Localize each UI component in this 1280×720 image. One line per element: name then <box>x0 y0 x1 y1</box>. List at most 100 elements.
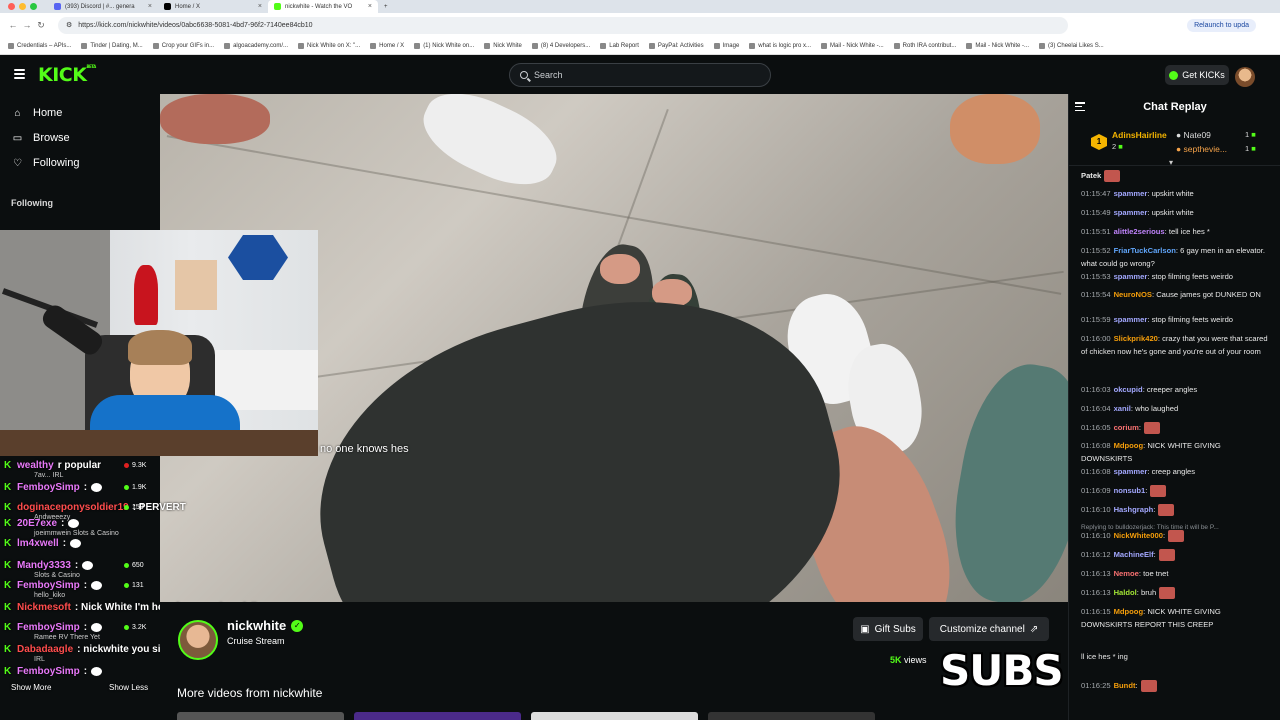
bookmark-item[interactable]: Mail - Nick White -... <box>966 42 1030 49</box>
relaunch-button[interactable]: Relaunch to upda <box>1187 18 1256 32</box>
chat-text: : upskirt white <box>1147 208 1194 217</box>
video-thumbnail[interactable] <box>354 712 521 720</box>
bookmark-item[interactable]: (3) Cheelai Likes S... <box>1039 42 1104 49</box>
site-info-icon[interactable]: ⚙ <box>66 21 72 29</box>
maximize-window-icon[interactable] <box>30 3 37 10</box>
emote-icon <box>91 483 103 492</box>
chat-username[interactable]: NeuroNOS <box>1114 290 1152 299</box>
bookmark-item[interactable]: Nick White on X: "... <box>298 42 360 49</box>
chat-username[interactable]: Nemoe <box>1114 569 1139 578</box>
window-controls[interactable] <box>0 3 48 10</box>
browser-tab-active[interactable]: nickwhite - Watch the VO × <box>268 0 378 13</box>
bookmark-item[interactable]: (8) 4 Developers... <box>531 42 590 49</box>
close-tab-icon[interactable]: × <box>148 3 152 10</box>
chat-username[interactable]: Mdpoog <box>1114 441 1144 450</box>
chat-username[interactable]: FriarTuckCarlson <box>1114 246 1176 255</box>
top-gifter-name[interactable]: AdinsHairline <box>1112 130 1167 140</box>
channel-avatar[interactable] <box>178 620 218 660</box>
emote-icon <box>82 561 94 570</box>
chat-username[interactable]: nonsub1 <box>1114 486 1146 495</box>
sidebar-item-following[interactable]: ♡ Following <box>12 157 79 169</box>
chat-username[interactable]: xanil <box>1114 404 1131 413</box>
chat-title: Chat Replay <box>1143 101 1207 113</box>
bookmark-favicon-icon <box>648 42 655 49</box>
overlay-chat-text: : <box>74 560 79 571</box>
sidebar-item-browse[interactable]: ▭ Browse <box>12 132 70 144</box>
bookmark-item[interactable]: Roth IRA contribut... <box>893 42 956 49</box>
forward-icon[interactable]: → <box>20 20 34 30</box>
bookmark-item[interactable]: (1) Nick White on... <box>414 42 474 49</box>
show-less-link[interactable]: Show Less <box>109 683 148 692</box>
customize-channel-button[interactable]: Customize channel ⇗ <box>929 617 1049 641</box>
minimize-window-icon[interactable] <box>19 3 26 10</box>
chat-timestamp: 01:16:05 <box>1081 423 1111 432</box>
bookmark-favicon-icon <box>600 42 607 49</box>
chat-username[interactable]: alittle2serious <box>1114 227 1165 236</box>
bookmark-item[interactable]: Credentials – APIs... <box>8 42 71 49</box>
url-field[interactable]: ⚙ https://kick.com/nickwhite/videos/0abc6… <box>58 16 1068 34</box>
channel-name[interactable]: nickwhite ✓ <box>227 618 304 633</box>
chat-username[interactable]: Patek <box>1081 171 1101 180</box>
bookmark-item[interactable]: what is logic pro x... <box>749 42 811 49</box>
bookmark-label: Mail - Nick White -... <box>975 42 1030 49</box>
video-thumbnail[interactable] <box>177 712 344 720</box>
browser-tab[interactable]: (393) Discord | #... genera × <box>48 0 158 13</box>
overlay-chat-row: Klm4xwell: <box>4 538 82 549</box>
chat-message: 01:16:08 Mdpoog: NICK WHITE GIVING DOWNSK… <box>1081 440 1269 465</box>
bookmark-item[interactable]: algoacademy.com/... <box>224 42 288 49</box>
chat-message: 01:15:47 spammer: upskirt white <box>1081 188 1269 201</box>
close-window-icon[interactable] <box>8 3 15 10</box>
chat-username[interactable]: Slickprik420 <box>1114 334 1158 343</box>
chat-text: : stop filming feets weirdo <box>1147 272 1234 281</box>
gift-subs-button[interactable]: ▣ Gift Subs <box>853 617 923 641</box>
new-tab-button[interactable]: + <box>378 0 398 13</box>
sidebar-item-home[interactable]: ⌂ Home <box>12 107 62 119</box>
chat-username[interactable]: spammer <box>1114 189 1148 198</box>
video-thumbnail[interactable] <box>708 712 875 720</box>
kick-k-icon: K <box>4 580 12 591</box>
user-avatar[interactable] <box>1235 67 1255 87</box>
bookmark-item[interactable]: Lab Report <box>600 42 639 49</box>
chat-timestamp: 01:16:25 <box>1081 681 1111 690</box>
second-gifter[interactable]: ● Nate09 <box>1176 130 1211 140</box>
chat-username[interactable]: Mdpoog <box>1114 607 1144 616</box>
close-tab-icon[interactable]: × <box>368 3 372 10</box>
close-tab-icon[interactable]: × <box>258 3 262 10</box>
bookmark-item[interactable]: Mail - Nick White -... <box>820 42 884 49</box>
chat-username[interactable]: okcupid <box>1114 385 1143 394</box>
browser-tab[interactable]: Home / X × <box>158 0 268 13</box>
chat-username[interactable]: NickWhite000 <box>1114 531 1163 540</box>
chat-message: Patek <box>1081 170 1269 183</box>
chat-username[interactable]: corium <box>1114 423 1139 432</box>
chat-username[interactable]: spammer <box>1114 315 1148 324</box>
chat-username[interactable]: Bundt <box>1114 681 1136 690</box>
chat-username[interactable]: spammer <box>1114 467 1148 476</box>
overlay-chat-row: Kwealthy r popular <box>4 460 101 471</box>
show-more-link[interactable]: Show More <box>11 683 51 692</box>
chat-username[interactable]: Haldol <box>1114 588 1137 597</box>
bookmark-item[interactable]: Image <box>713 42 739 49</box>
chat-username[interactable]: Hashgraph <box>1114 505 1154 514</box>
chat-text: : <box>1153 550 1156 559</box>
chat-username[interactable]: spammer <box>1114 208 1148 217</box>
bookmark-label: Lab Report <box>609 42 639 49</box>
get-kicks-button[interactable]: Get KICKs <box>1165 65 1229 85</box>
reload-icon[interactable]: ↻ <box>34 20 48 31</box>
search-input[interactable]: Search <box>509 63 771 87</box>
back-icon[interactable]: ← <box>6 20 20 30</box>
customize-label: Customize channel <box>939 623 1025 635</box>
bookmark-item[interactable]: Nick White <box>484 42 522 49</box>
bookmark-item[interactable]: Crop your GIFs in... <box>152 42 214 49</box>
bookmark-item[interactable]: PayPal: Activities <box>648 42 704 49</box>
bookmark-item[interactable]: Home / X <box>370 42 404 49</box>
kick-logo[interactable]: KICKBETA <box>38 64 96 86</box>
chat-message: 01:16:00 Slickprik420: crazy that you wer… <box>1081 333 1269 358</box>
video-thumbnail[interactable] <box>531 712 698 720</box>
chat-username[interactable]: MachineElf <box>1114 550 1154 559</box>
third-gifter[interactable]: ● septhevie... <box>1176 144 1227 154</box>
chat-message: 01:15:51 alittle2serious: tell ice hes * <box>1081 226 1269 239</box>
chat-text: : creep angles <box>1147 467 1196 476</box>
bookmark-item[interactable]: Tinder | Dating, M... <box>81 42 143 49</box>
chat-username[interactable]: spammer <box>1114 272 1148 281</box>
menu-icon[interactable] <box>14 69 25 79</box>
